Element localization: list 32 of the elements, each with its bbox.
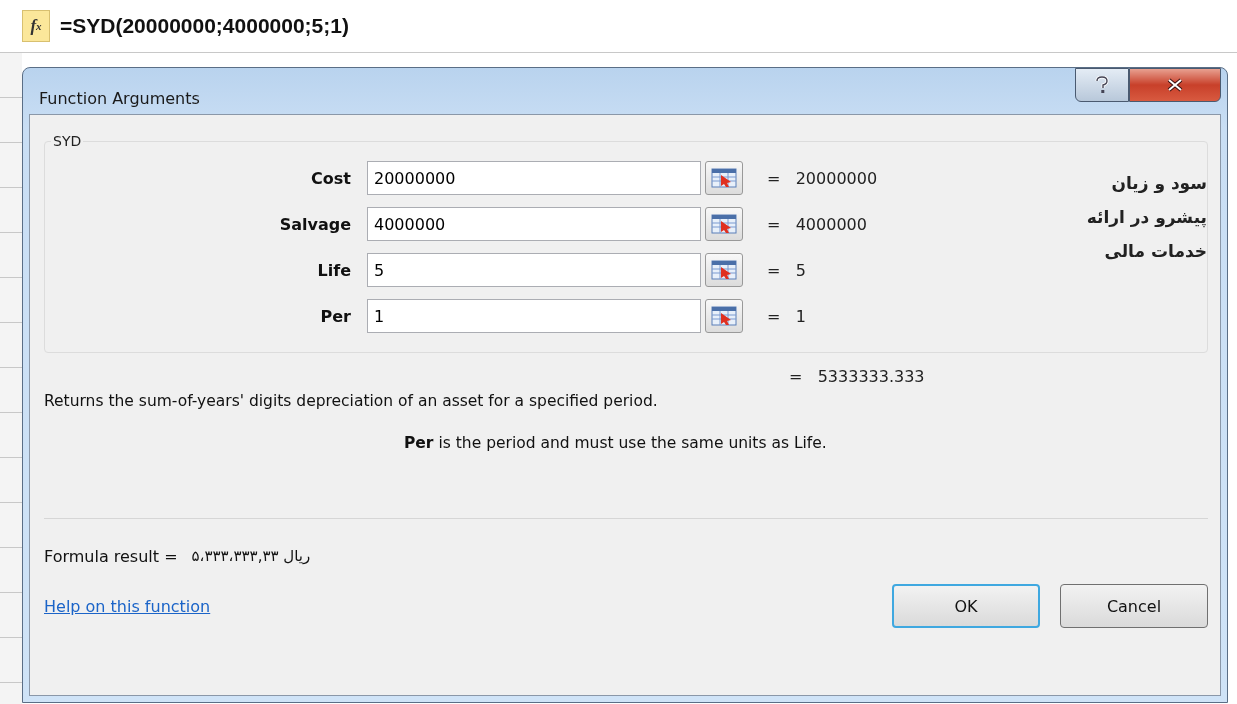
window-title: Function Arguments — [39, 88, 200, 108]
argument-value: = 4000000 — [767, 214, 867, 234]
help-icon[interactable] — [1075, 68, 1129, 102]
formula-result-label: Formula result = — [44, 547, 178, 566]
dialog-button[interactable]: Cancel — [1060, 584, 1208, 628]
argument-label: Salvage — [278, 214, 352, 234]
side-note: سود و زیان — [1111, 173, 1207, 193]
cell-reference-icon[interactable] — [705, 207, 743, 241]
input-field[interactable]: 20000000 — [367, 161, 701, 195]
argument-label: Life — [316, 260, 352, 280]
cell-reference-icon[interactable] — [705, 299, 743, 333]
argument-value: = 5 — [767, 260, 806, 280]
input-field[interactable]: 5 — [367, 253, 701, 287]
close-icon[interactable] — [1129, 68, 1221, 102]
argument-value: = 1 — [767, 306, 806, 326]
argument-label: Cost — [310, 168, 352, 188]
cell-reference-icon[interactable] — [705, 161, 743, 195]
help-link[interactable]: Help on this function — [44, 596, 211, 616]
side-note: خدمات مالی — [1104, 241, 1207, 261]
group-title: SYD — [52, 133, 83, 149]
side-note: پیشرو در ارائه — [1086, 207, 1207, 227]
function-result: = 5333333.333 — [789, 367, 925, 386]
argument-value: = 20000000 — [767, 168, 878, 188]
argument-label: Per — [319, 306, 352, 326]
formula-result-value: ریال ۵،۳۳۳،۳۳۳,۳۳ — [191, 547, 311, 566]
function-description: Returns the sum-of-years' digits depreciation of an asset for a specified period. — [44, 392, 659, 410]
cell-reference-icon[interactable] — [705, 253, 743, 287]
input-field[interactable]: 1 — [367, 299, 701, 333]
dialog-button[interactable]: OK — [892, 584, 1040, 628]
input-field[interactable]: 4000000 — [367, 207, 701, 241]
argument-description: Per is the period and must use the same units as Life. — [404, 434, 828, 452]
formula-field[interactable]: =SYD(20000000;4000000;5;1) — [60, 14, 349, 38]
